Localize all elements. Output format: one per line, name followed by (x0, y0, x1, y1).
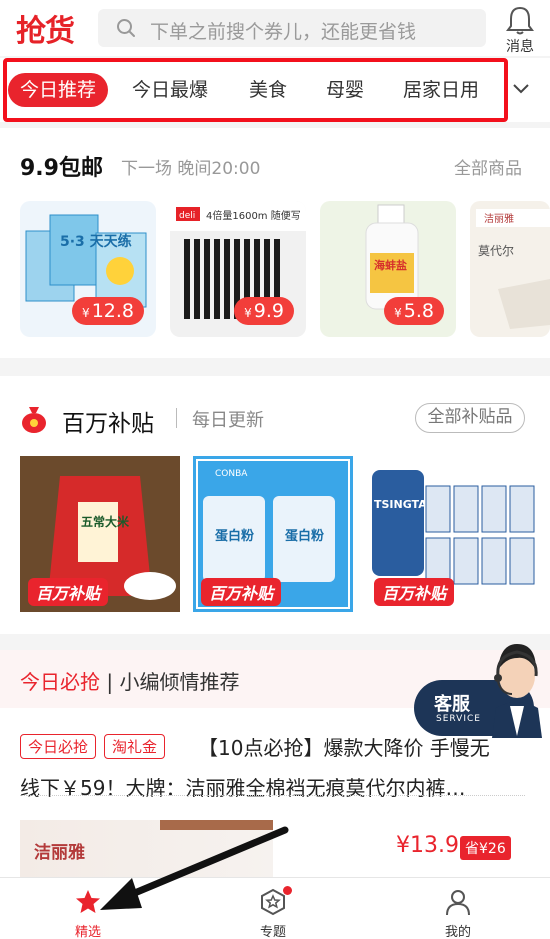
deal-image[interactable]: 洁丽雅 (20, 820, 273, 880)
all-subsidy-button[interactable]: 全部补贴品 (415, 403, 525, 433)
customer-service-sub: SERVICE (436, 714, 481, 724)
subsidy-badge: 百万补贴 (201, 578, 282, 606)
tabbar-item-mine[interactable]: 我的 (398, 878, 518, 939)
pack-text: 5·3 天天练 (60, 233, 132, 250)
price-tag: ¥12.8 (72, 297, 144, 325)
subsidy-title: 百万补贴 (62, 411, 154, 437)
customer-service-label: 客服 (434, 694, 470, 715)
tabbar-label: 我的 (444, 925, 471, 939)
svg-text:deli: deli (179, 211, 195, 221)
section-title: 今日必抢 | 小编倾情推荐 (20, 670, 240, 694)
tag-gift-money: 淘礼金 (104, 734, 166, 759)
tab-food[interactable]: 美食 (249, 73, 287, 107)
tag-today-must-buy: 今日必抢 (20, 734, 97, 759)
money-bag-icon (22, 407, 46, 433)
subsidy-subtitle: 每日更新 (192, 410, 264, 431)
subsidy-section: 百万补贴 每日更新 全部补贴品 五常大米 百万补贴 CONBA 蛋白粉 蛋白粉 … (0, 376, 550, 634)
deal-price: ¥13.9 (396, 833, 459, 858)
product-card[interactable]: 海蚌盐 ¥5.8 (320, 201, 456, 337)
tabbar-label: 精选 (74, 925, 101, 939)
category-tabs-bar: 今日推荐 今日最爆 美食 母婴 居家日用 (0, 58, 550, 122)
divider (176, 408, 177, 428)
tab-household[interactable]: 居家日用 (403, 73, 479, 107)
deal-description[interactable]: 线下￥59！大牌：洁丽雅全棉裆无痕莫代尔内裤… (20, 772, 530, 801)
subsidy-product-card[interactable]: CONBA 蛋白粉 蛋白粉 百万补贴 (193, 456, 353, 612)
svg-text:海蚌盐: 海蚌盐 (374, 258, 407, 272)
chevron-down-icon[interactable] (512, 80, 530, 98)
product-card[interactable]: 洁丽雅 莫代尔 (470, 201, 550, 337)
tabbar-item-featured[interactable]: 精选 (28, 878, 148, 939)
star-icon (76, 890, 100, 913)
price-tag: ¥9.9 (234, 297, 294, 325)
flash-sale-title: 9.9包邮 (20, 156, 103, 181)
svg-text:4倍量1600m 随便写: 4倍量1600m 随便写 (206, 209, 301, 222)
svg-text:CONBA: CONBA (215, 469, 248, 479)
product-card[interactable]: 5·3 天天练 ¥12.8 (20, 201, 156, 337)
brand-logo: 洁丽雅 (34, 843, 85, 863)
subsidy-badge: 百万补贴 (28, 578, 109, 606)
subsidy-product-card[interactable]: TSINGTAO 百万补贴 (366, 456, 550, 612)
user-icon (446, 890, 470, 916)
svg-text:莫代尔: 莫代尔 (478, 243, 514, 258)
notification-dot (283, 886, 292, 895)
svg-text:蛋白粉: 蛋白粉 (215, 528, 254, 544)
subsidy-product-card[interactable]: 五常大米 百万补贴 (20, 456, 180, 612)
tabbar-label: 专题 (259, 925, 286, 939)
tabbar-item-topics[interactable]: 专题 (213, 878, 333, 939)
agent-avatar-icon (492, 644, 542, 738)
svg-text:五常大米: 五常大米 (81, 514, 130, 529)
message-button[interactable]: 消息 (500, 4, 540, 55)
divider (20, 795, 525, 796)
all-products-link[interactable]: 全部商品 (454, 154, 522, 179)
flash-sale-subtitle: 下一场 晚间20:00 (121, 159, 261, 179)
flash-sale-section: 9.9包邮 下一场 晚间20:00 全部商品 5·3 天天练 ¥12.8 del… (0, 128, 550, 358)
search-bar[interactable]: 下单之前搜个券儿，还能更省钱 (98, 9, 486, 47)
tab-baby[interactable]: 母婴 (326, 73, 364, 107)
tab-today-hottest[interactable]: 今日最爆 (132, 73, 208, 107)
app-logo[interactable]: 抢货 (16, 6, 75, 50)
bell-icon (506, 6, 534, 35)
search-icon (117, 19, 135, 37)
product-image: 洁丽雅 莫代尔 (476, 209, 550, 329)
tab-today-recommend[interactable]: 今日推荐 (8, 73, 109, 107)
subsidy-badge: 百万补贴 (374, 578, 455, 606)
price-tag: ¥5.8 (384, 297, 444, 325)
search-placeholder: 下单之前搜个券儿，还能更省钱 (150, 21, 417, 43)
svg-text:洁丽雅: 洁丽雅 (484, 212, 514, 225)
svg-text:蛋白粉: 蛋白粉 (285, 528, 324, 544)
product-card[interactable]: deli 4倍量1600m 随便写 ¥9.9 (170, 201, 306, 337)
message-label: 消息 (506, 39, 534, 55)
top-header: 抢货 下单之前搜个券儿，还能更省钱 消息 (0, 0, 550, 56)
save-badge: 省¥26 (460, 836, 511, 860)
customer-service-button[interactable]: 客服 SERVICE (414, 636, 550, 738)
bottom-tab-bar: 精选 专题 我的 (0, 877, 550, 939)
